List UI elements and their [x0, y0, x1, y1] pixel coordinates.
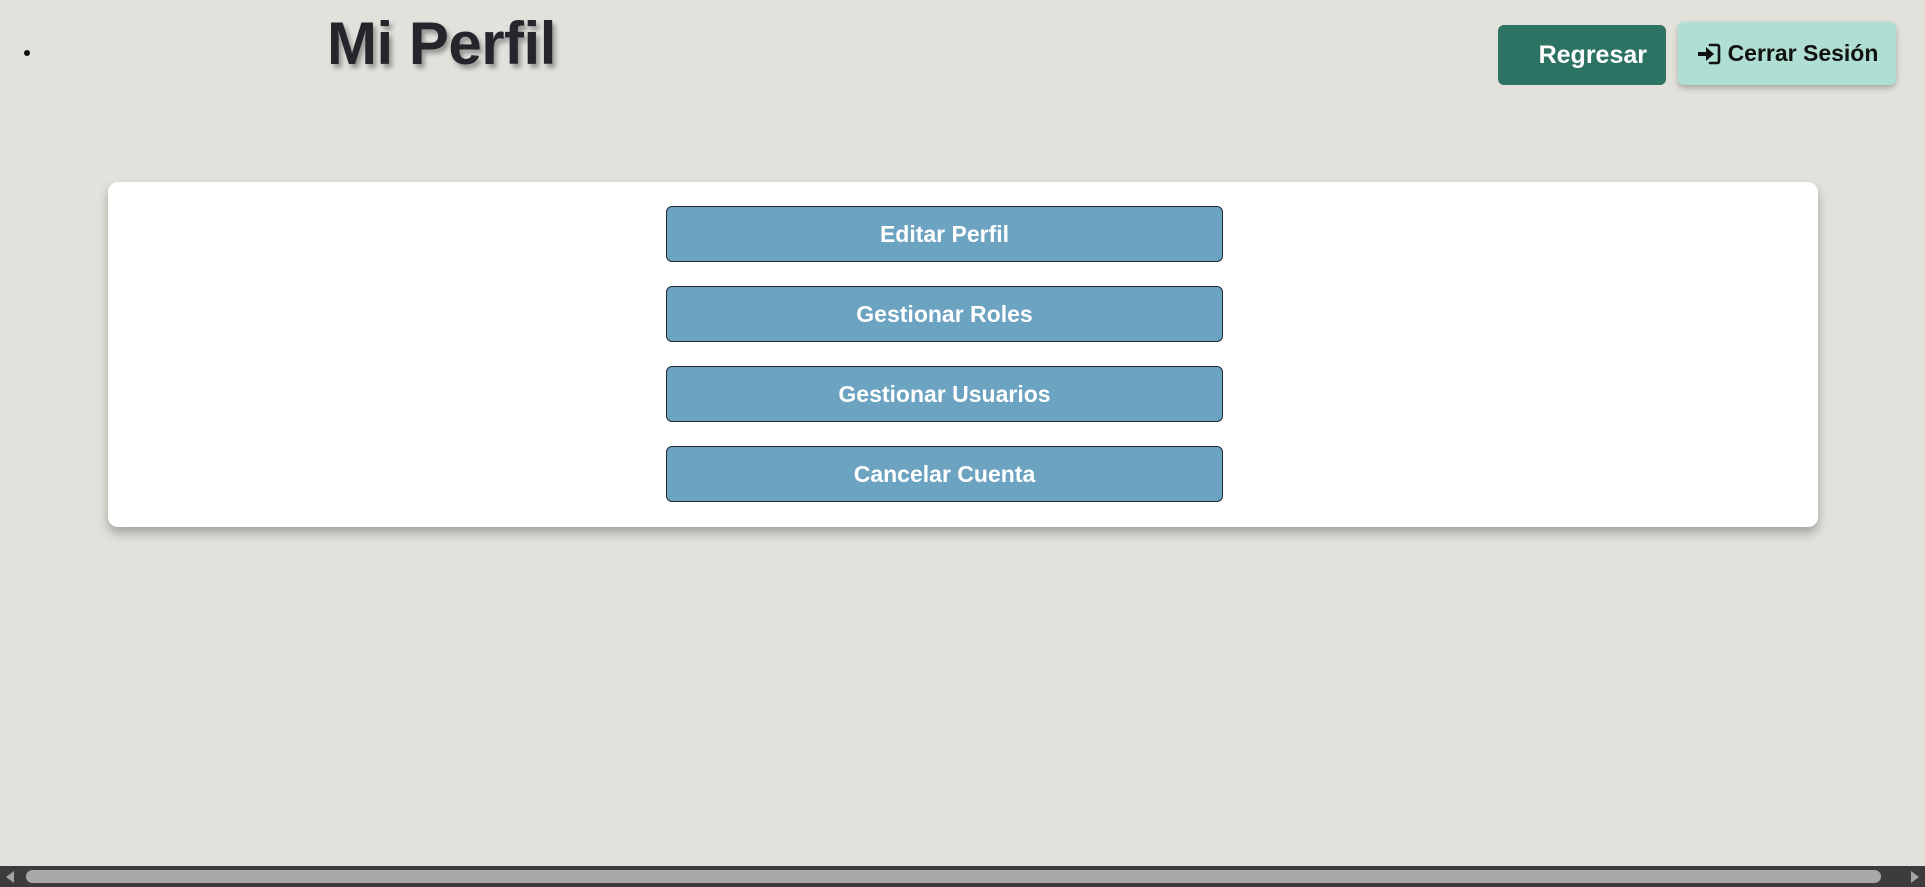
cancel-account-button[interactable]: Cancelar Cuenta	[666, 446, 1223, 502]
back-button[interactable]: Regresar	[1498, 25, 1666, 85]
page-title: Mi Perfil	[327, 10, 556, 77]
edit-profile-button[interactable]: Editar Perfil	[666, 206, 1223, 262]
horizontal-scrollbar[interactable]	[0, 866, 1925, 887]
profile-menu-card: Editar Perfil Gestionar Roles Gestionar …	[108, 182, 1818, 527]
manage-roles-button[interactable]: Gestionar Roles	[666, 286, 1223, 342]
scrollbar-thumb[interactable]	[26, 870, 1881, 883]
scroll-right-icon[interactable]	[1911, 871, 1919, 883]
list-bullet	[24, 50, 30, 56]
profile-page: Mi Perfil Regresar Cerrar Sesión Editar …	[0, 0, 1925, 887]
logout-button[interactable]: Cerrar Sesión	[1678, 22, 1896, 85]
logout-button-label: Cerrar Sesión	[1727, 40, 1879, 66]
scroll-left-icon[interactable]	[6, 871, 14, 883]
manage-users-button[interactable]: Gestionar Usuarios	[666, 366, 1223, 422]
sign-in-arrow-icon	[1696, 41, 1722, 67]
